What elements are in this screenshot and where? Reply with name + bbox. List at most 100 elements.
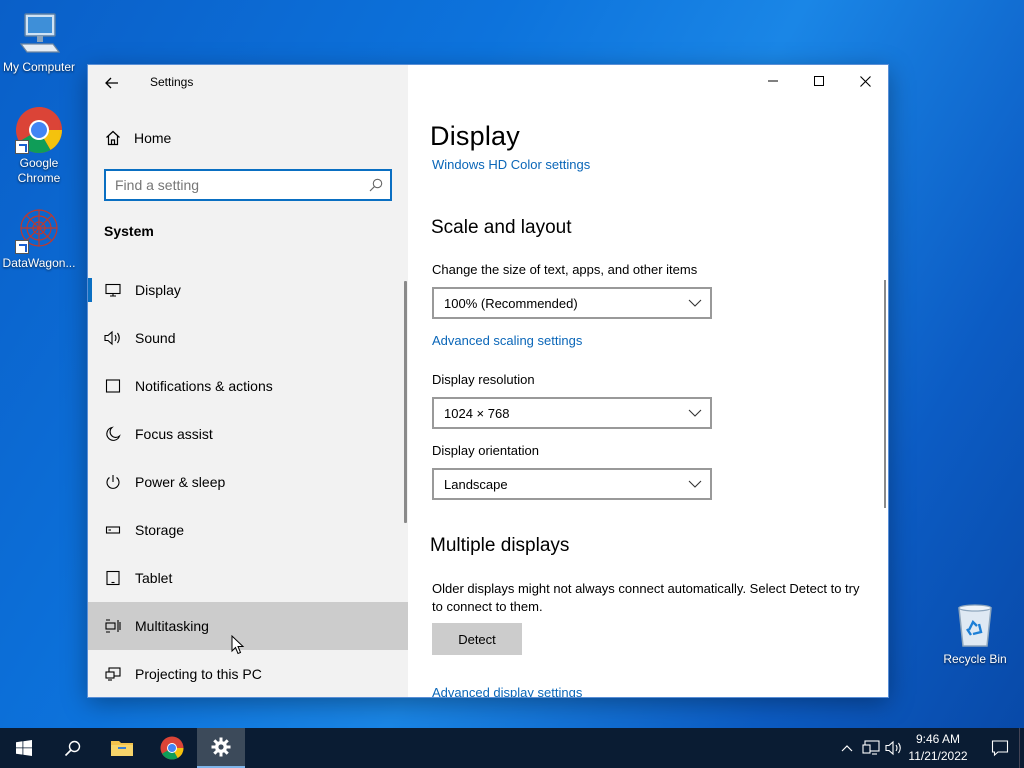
scale-layout-heading: Scale and layout xyxy=(431,217,572,238)
sidebar-item-storage[interactable]: Storage xyxy=(88,506,408,554)
sidebar-item-notifications[interactable]: Notifications & actions xyxy=(88,362,408,410)
taskbar: 9:46 AM 11/21/2022 xyxy=(0,728,1024,768)
power-icon xyxy=(88,474,135,490)
desktop-icon-google-chrome[interactable]: Google Chrome xyxy=(0,106,78,186)
detect-button[interactable]: Detect xyxy=(432,623,522,655)
sidebar-item-label: Notifications & actions xyxy=(135,378,273,394)
search-input[interactable] xyxy=(106,171,356,199)
volume-tray-icon[interactable] xyxy=(884,738,904,758)
shortcut-arrow-icon xyxy=(15,240,29,254)
show-hidden-icons-button[interactable] xyxy=(837,738,857,758)
action-center-button[interactable] xyxy=(980,728,1020,768)
multiple-displays-description: Older displays might not always connect … xyxy=(432,581,860,614)
search-icon xyxy=(369,178,383,197)
sidebar-item-label: Multitasking xyxy=(135,618,209,634)
moon-icon xyxy=(88,426,135,442)
home-icon xyxy=(88,130,134,146)
computer-icon xyxy=(15,10,63,58)
back-button[interactable] xyxy=(100,71,124,95)
notification-icon xyxy=(991,740,1009,757)
sidebar-item-focus-assist[interactable]: Focus assist xyxy=(88,410,408,458)
advanced-display-settings-link[interactable]: Advanced display settings xyxy=(432,685,582,697)
search-icon xyxy=(64,740,80,756)
folder-icon xyxy=(111,741,133,756)
sidebar-scrollbar[interactable] xyxy=(404,281,407,523)
network-tray-icon[interactable] xyxy=(861,738,881,758)
start-button[interactable] xyxy=(0,728,48,768)
desktop-icon-label: Recycle Bin xyxy=(943,652,1007,666)
settings-window: Settings Home System Display xyxy=(88,65,888,697)
scale-label: Change the size of text, apps, and other… xyxy=(432,262,698,277)
minimize-button[interactable] xyxy=(750,65,796,97)
sidebar-item-multitasking[interactable]: Multitasking xyxy=(88,602,408,650)
sidebar-item-power-sleep[interactable]: Power & sleep xyxy=(88,458,408,506)
sidebar-item-tablet[interactable]: Tablet xyxy=(88,554,408,602)
speaker-icon xyxy=(88,330,135,346)
orientation-label: Display orientation xyxy=(432,443,539,458)
windows-logo-icon xyxy=(16,740,32,756)
sidebar-item-label: Tablet xyxy=(135,570,173,586)
network-icon xyxy=(862,740,880,755)
sidebar-item-home[interactable]: Home xyxy=(88,123,408,153)
desktop-icon-datawagon[interactable]: DataWagon... xyxy=(0,206,78,271)
sidebar-item-label: Power & sleep xyxy=(135,474,226,490)
sidebar-item-label: Focus assist xyxy=(135,426,213,442)
datawagon-icon xyxy=(15,206,63,254)
content-scrollbar[interactable] xyxy=(884,280,886,508)
window-title: Settings xyxy=(150,75,194,89)
sidebar-item-label: Projecting to this PC xyxy=(135,666,262,682)
sidebar-item-label: Sound xyxy=(135,330,176,346)
storage-icon xyxy=(88,522,135,538)
close-icon xyxy=(859,75,871,87)
sidebar-item-label: Home xyxy=(134,130,172,146)
multiple-displays-heading: Multiple displays xyxy=(430,535,570,556)
resolution-label: Display resolution xyxy=(432,372,535,387)
chrome-icon xyxy=(160,736,184,760)
projector-icon xyxy=(88,666,135,682)
desktop-icon-my-computer[interactable]: My Computer xyxy=(0,10,78,75)
desktop-icon-label: Google Chrome xyxy=(17,156,61,185)
arrow-left-icon xyxy=(105,77,118,89)
scale-dropdown-value: 100% (Recommended) xyxy=(444,295,578,311)
advanced-scaling-link[interactable]: Advanced scaling settings xyxy=(432,333,582,348)
chevron-down-icon xyxy=(688,409,702,417)
sidebar-item-display[interactable]: Display xyxy=(88,266,408,314)
sidebar-item-sound[interactable]: Sound xyxy=(88,314,408,362)
chrome-taskbar-button[interactable] xyxy=(148,728,196,768)
content-pane: Display Windows HD Color settings Scale … xyxy=(408,65,888,697)
clock-date: 11/21/2022 xyxy=(908,749,968,763)
orientation-dropdown[interactable]: Landscape xyxy=(432,468,712,500)
chevron-down-icon xyxy=(688,480,702,488)
recycle-bin-icon xyxy=(951,602,999,650)
sidebar-item-label: Storage xyxy=(135,522,185,538)
sidebar-item-label: Display xyxy=(135,282,181,298)
desktop-icon-label: My Computer xyxy=(2,60,76,74)
sidebar-item-projecting[interactable]: Projecting to this PC xyxy=(88,650,408,697)
search-box xyxy=(104,169,392,201)
search-button[interactable] xyxy=(48,728,96,768)
mouse-cursor-icon xyxy=(231,635,245,655)
show-desktop-button[interactable] xyxy=(1019,728,1024,768)
hd-color-settings-link[interactable]: Windows HD Color settings xyxy=(432,157,590,172)
clock-time: 9:46 AM xyxy=(915,732,961,746)
taskbar-clock[interactable]: 9:46 AM 11/21/2022 xyxy=(906,731,970,765)
monitor-icon xyxy=(88,282,135,298)
notification-icon xyxy=(88,378,135,394)
sidebar: Settings Home System Display xyxy=(88,65,408,697)
sidebar-nav: Display Sound Notifications & actions Fo… xyxy=(88,266,408,697)
chrome-icon xyxy=(15,106,63,154)
scale-dropdown[interactable]: 100% (Recommended) xyxy=(432,287,712,319)
resolution-dropdown[interactable]: 1024 × 768 xyxy=(432,397,712,429)
settings-taskbar-button[interactable] xyxy=(197,728,245,768)
chevron-up-icon xyxy=(841,745,853,752)
file-explorer-button[interactable] xyxy=(98,728,146,768)
maximize-icon xyxy=(814,76,824,86)
close-button[interactable] xyxy=(842,65,888,97)
page-title: Display xyxy=(430,121,520,151)
resolution-dropdown-value: 1024 × 768 xyxy=(444,405,510,421)
tablet-icon xyxy=(88,570,135,586)
shortcut-arrow-icon xyxy=(15,140,29,154)
desktop-icon-recycle-bin[interactable]: Recycle Bin xyxy=(936,602,1014,667)
maximize-button[interactable] xyxy=(796,65,842,97)
title-bar: Settings xyxy=(88,65,408,99)
